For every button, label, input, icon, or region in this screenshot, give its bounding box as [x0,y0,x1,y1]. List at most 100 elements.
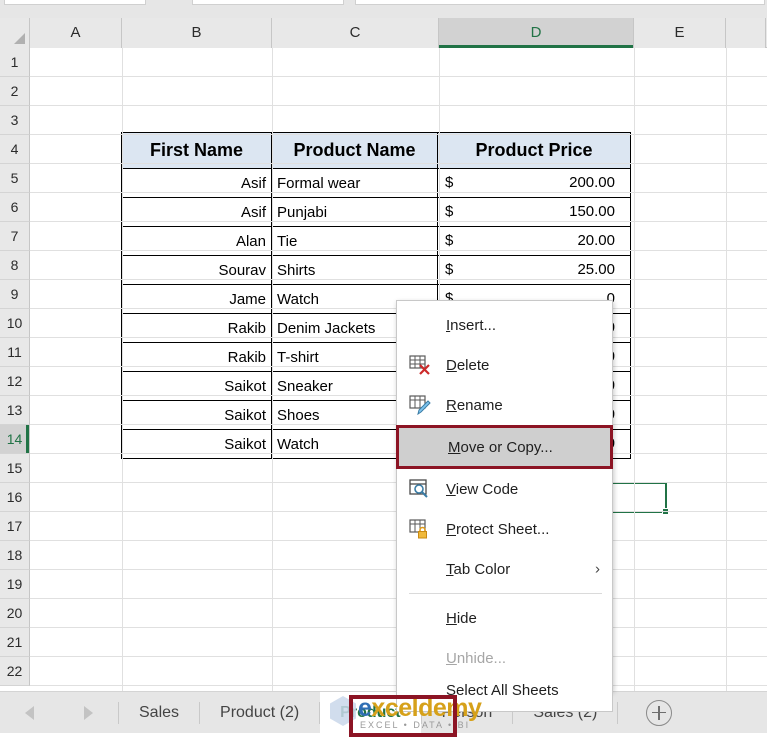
menu-icon-placeholder [405,312,435,338]
menu-item-select-all-sheets[interactable]: Select All Sheets [396,672,613,712]
menu-item-label: View Code [446,480,519,498]
cell-product-name[interactable]: Punjabi [271,197,438,227]
column-header-row: A B C D E [0,18,767,48]
menu-item-label: Protect Sheet... [446,520,550,538]
row-header-17[interactable]: 17 [0,512,30,541]
select-all-corner[interactable] [0,18,30,48]
cell-first-name[interactable]: Rakib [121,342,272,372]
menu-icon-placeholder [405,556,435,582]
cell-first-name[interactable]: Saikot [121,400,272,430]
menu-item-tab-color[interactable]: Tab Color › [397,549,612,589]
sheet-tab-product-2[interactable]: Product (2) [200,692,319,734]
row-header-9[interactable]: 9 [0,280,30,309]
gridline-horizontal [30,250,767,251]
gridline-vertical [634,48,635,691]
column-header-d[interactable]: D [439,18,634,48]
gridline-horizontal [30,163,767,164]
cell-first-name[interactable]: Rakib [121,313,272,343]
table-row[interactable]: Alan Tie $20.00 [121,226,631,256]
row-header-11[interactable]: 11 [0,338,30,367]
column-header-c[interactable]: C [272,18,439,48]
cell-first-name[interactable]: Jame [121,284,272,314]
row-header-18[interactable]: 18 [0,541,30,570]
cell-first-name[interactable]: Alan [121,226,272,256]
cell-first-name[interactable]: Asif [121,197,272,227]
row-header-7[interactable]: 7 [0,222,30,251]
name-box-remnant[interactable] [4,0,146,5]
column-header-f[interactable] [726,18,766,48]
cell-product-name[interactable]: Formal wear [271,168,438,198]
cell-product-price[interactable]: $20.00 [437,226,631,256]
cell-product-price[interactable]: $200.00 [437,168,631,198]
previous-sheet-icon[interactable] [25,705,34,720]
cell-first-name[interactable]: Saikot [121,371,272,401]
rename-sheet-icon [405,392,435,418]
menu-item-label: Tab Color [446,560,511,578]
menu-item-protect-sheet[interactable]: Protect Sheet... [397,509,612,549]
row-header-13[interactable]: 13 [0,396,30,425]
row-header-14[interactable]: 14 [0,425,30,454]
row-header-5[interactable]: 5 [0,164,30,193]
next-sheet-icon[interactable] [84,705,93,720]
add-sheet-icon[interactable] [646,699,673,726]
gridline-horizontal [30,221,767,222]
chevron-right-icon: › [595,560,600,578]
row-header-6[interactable]: 6 [0,193,30,222]
select-all-triangle-icon [14,33,25,44]
formula-bar-remnant[interactable] [192,0,344,5]
cell-first-name[interactable]: Saikot [121,429,272,459]
row-header-2[interactable]: 2 [0,77,30,106]
table-row[interactable]: Asif Punjabi $150.00 [121,197,631,227]
sheet-tab-context-menu[interactable]: Insert... Delete Rename Move or Copy... View… [396,300,613,691]
gridline-horizontal [30,279,767,280]
menu-item-hide[interactable]: Hide [397,598,612,638]
menu-icon-placeholder [405,605,435,631]
sheet-tab-bar: Sales Product (2) Product Person Sales (2) [0,691,767,734]
row-header-12[interactable]: 12 [0,367,30,396]
cell-first-name[interactable]: Sourav [121,255,272,285]
formula-bar-input-remnant[interactable] [355,0,765,5]
cell-product-name[interactable]: Tie [271,226,438,256]
table-row[interactable]: Asif Formal wear $200.00 [121,168,631,198]
table-row[interactable]: Sourav Shirts $25.00 [121,255,631,285]
menu-separator [409,593,602,594]
excel-worksheet-window: A B C D E 1 2 3 4 5 6 7 8 9 10 11 12 13 14 15 16 17 18 19 2… [0,0,767,747]
sheet-tab-sales[interactable]: Sales [119,692,199,734]
menu-item-rename[interactable]: Rename [397,385,612,425]
cell-product-price[interactable]: $25.00 [437,255,631,285]
gridline-horizontal [30,76,767,77]
menu-item-view-code[interactable]: View Code [397,469,612,509]
column-header-a[interactable]: A [30,18,122,48]
cell-product-name[interactable]: Shirts [271,255,438,285]
row-header-column: 1 2 3 4 5 6 7 8 9 10 11 12 13 14 15 16 17 18 19 20 21 22 [0,48,30,686]
menu-item-label: Select All Sheets [446,682,559,699]
menu-item-label: Hide [446,609,477,627]
row-header-4[interactable]: 4 [0,135,30,164]
row-header-1[interactable]: 1 [0,48,30,77]
gridline-vertical [272,48,273,691]
cell-first-name[interactable]: Asif [121,168,272,198]
menu-item-insert[interactable]: Insert... [397,305,612,345]
row-header-22[interactable]: 22 [0,657,30,686]
gridline-horizontal [30,192,767,193]
menu-item-label: Delete [446,356,490,374]
row-header-3[interactable]: 3 [0,106,30,135]
gridline-horizontal [30,105,767,106]
row-header-21[interactable]: 21 [0,628,30,657]
row-header-8[interactable]: 8 [0,251,30,280]
row-header-15[interactable]: 15 [0,454,30,483]
menu-icon-placeholder [407,434,437,460]
sheet-nav-arrows [0,705,118,720]
menu-item-move-or-copy[interactable]: Move or Copy... [396,425,613,469]
gridline-vertical [726,48,727,691]
menu-item-label: Move or Copy... [448,438,553,456]
row-header-10[interactable]: 10 [0,309,30,338]
menu-icon-placeholder [405,645,435,671]
column-header-e[interactable]: E [634,18,726,48]
row-header-19[interactable]: 19 [0,570,30,599]
cell-product-price[interactable]: $150.00 [437,197,631,227]
column-header-b[interactable]: B [122,18,272,48]
menu-item-delete[interactable]: Delete [397,345,612,385]
row-header-20[interactable]: 20 [0,599,30,628]
row-header-16[interactable]: 16 [0,483,30,512]
